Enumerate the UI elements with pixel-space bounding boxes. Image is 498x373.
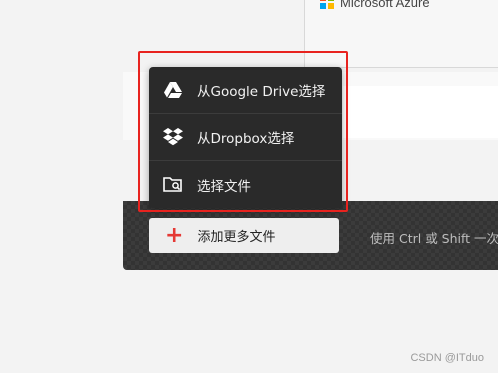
menu-item-label: 选择文件 (197, 178, 251, 195)
plus-icon: + (165, 222, 184, 248)
menu-item-label: 从Google Drive选择 (197, 84, 326, 100)
multi-select-hint: 使用 Ctrl 或 Shift 一次选 (370, 231, 498, 246)
menu-item-label: 从Dropbox选择 (197, 131, 295, 147)
menu-item-google-drive[interactable]: 从Google Drive选择 (149, 67, 342, 114)
dropbox-icon (163, 127, 183, 147)
azure-label: Microsoft Azure (340, 0, 430, 10)
add-more-files-button[interactable]: + 添加更多文件 (149, 218, 339, 253)
menu-item-dropbox[interactable]: 从Dropbox选择 (149, 114, 342, 161)
storage-option-card[interactable]: Microsoft Azure (304, 0, 498, 68)
watermark: CSDN @ITduo (410, 352, 484, 364)
menu-item-choose-file[interactable]: 选择文件 (149, 161, 342, 208)
microsoft-logo-icon (320, 0, 334, 9)
folder-search-icon (163, 175, 183, 195)
add-more-files-label: 添加更多文件 (197, 230, 276, 245)
file-source-menu: 从Google Drive选择 从Dropbox选择 选择文件 (149, 67, 342, 208)
google-drive-icon (163, 80, 183, 100)
page: Microsoft Azure + 添加更多文件 使用 Ctrl 或 Shift… (0, 0, 498, 373)
azure-option[interactable]: Microsoft Azure (320, 0, 430, 11)
panel-area (343, 86, 498, 138)
